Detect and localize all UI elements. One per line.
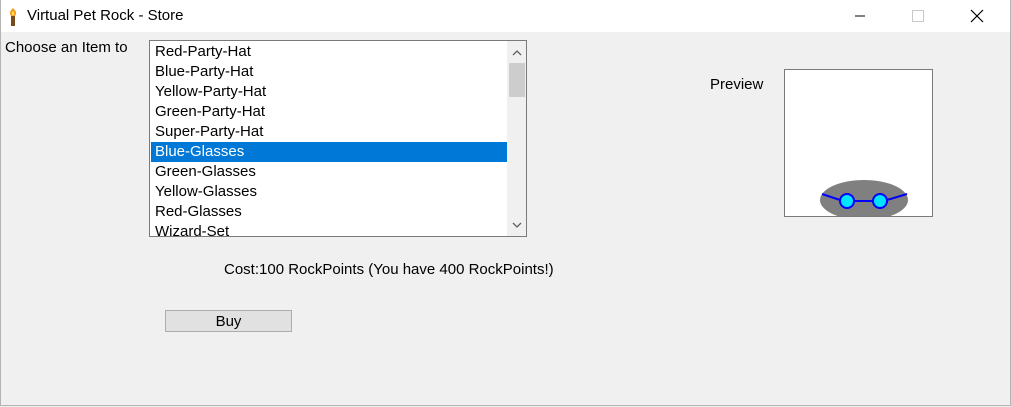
pet-rock-preview [820, 180, 908, 220]
item-list: Red-Party-Hat Blue-Party-Hat Yellow-Party-… [151, 42, 509, 236]
preview-label: Preview [710, 76, 764, 93]
list-item[interactable]: Yellow-Party-Hat [151, 82, 509, 102]
list-item[interactable]: Green-Glasses [151, 162, 509, 182]
listbox-scrollbar[interactable] [507, 41, 526, 236]
buy-button[interactable]: Buy [165, 310, 292, 332]
window-title: Virtual Pet Rock - Store [27, 7, 184, 24]
choose-item-label: Choose an Item to [5, 39, 128, 56]
list-item[interactable]: Yellow-Glasses [151, 182, 509, 202]
torch-icon [9, 8, 17, 26]
scroll-up-button[interactable] [507, 43, 526, 61]
close-button[interactable] [948, 0, 1006, 32]
title-bar[interactable]: Virtual Pet Rock - Store [1, 0, 1010, 32]
minimize-button[interactable] [831, 0, 889, 32]
list-item[interactable]: Blue-Party-Hat [151, 62, 509, 82]
store-window: Virtual Pet Rock - Store Choose an Item … [0, 0, 1011, 406]
list-item[interactable]: Red-Party-Hat [151, 42, 509, 62]
scroll-thumb[interactable] [509, 63, 525, 97]
maximize-icon [912, 10, 924, 22]
chevron-down-icon [512, 222, 521, 228]
list-item[interactable]: Wizard-Set [151, 222, 509, 236]
scroll-down-button[interactable] [507, 216, 526, 234]
maximize-button[interactable] [889, 0, 947, 32]
item-listbox[interactable]: Red-Party-Hat Blue-Party-Hat Yellow-Party-… [149, 40, 527, 237]
list-item[interactable]: Blue-Glasses [151, 142, 509, 162]
close-icon [970, 9, 984, 23]
chevron-up-icon [512, 49, 521, 55]
minimize-icon [855, 15, 865, 17]
cost-label: Cost:100 RockPoints (You have 400 RockPo… [224, 261, 554, 278]
list-item[interactable]: Red-Glasses [151, 202, 509, 222]
preview-canvas [784, 69, 933, 220]
list-item[interactable]: Super-Party-Hat [151, 122, 509, 142]
list-item[interactable]: Green-Party-Hat [151, 102, 509, 122]
